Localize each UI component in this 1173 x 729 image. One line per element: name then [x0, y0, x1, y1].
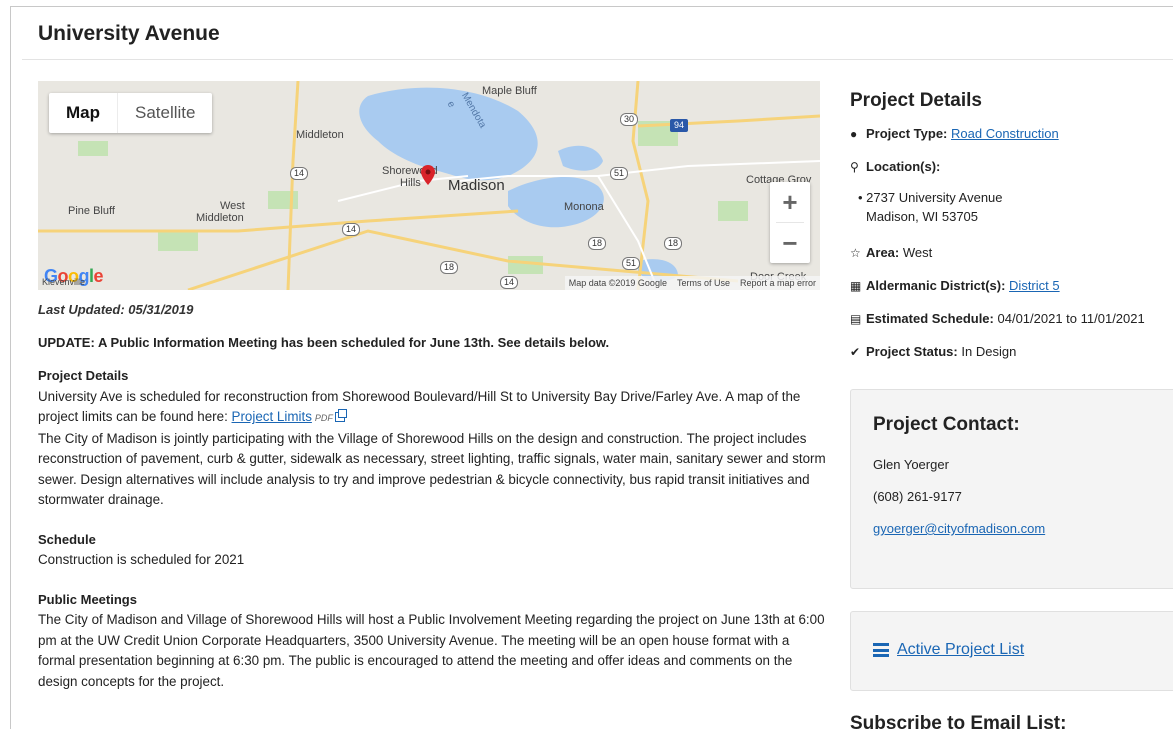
details-paragraph-2: The City of Madison is jointly participa… [38, 430, 826, 508]
address-line-2: Madison, WI 53705 [866, 209, 979, 224]
calendar-icon: ▤ [850, 312, 862, 326]
sidebar-heading: Project Details [850, 90, 982, 111]
map-label-hills: Hills [400, 177, 421, 189]
project-type-link[interactable]: Road Construction [951, 126, 1059, 141]
terms-of-use-link[interactable]: Terms of Use [677, 278, 730, 288]
route-shield-14a: 14 [290, 167, 309, 180]
map-label-west: West [220, 200, 245, 212]
route-shield-18a: 18 [588, 237, 607, 250]
schedule-value: 04/01/2021 to 11/01/2021 [997, 311, 1145, 326]
district-key: Aldermanic District(s): [866, 278, 1006, 293]
meetings-text: The City of Madison and Village of Shore… [38, 612, 825, 689]
route-shield-30: 30 [620, 113, 639, 126]
details-heading: Project Details [38, 368, 129, 383]
active-project-list-link[interactable]: Active Project List [873, 641, 1157, 659]
info-circle-icon: ● [850, 127, 858, 141]
schedule-key: Estimated Schedule: [866, 311, 994, 326]
contact-phone: (608) 261-9177 [873, 489, 962, 504]
status-value: In Design [961, 344, 1017, 359]
project-details-sidebar: Project Details ● Project Type: Road Cons… [850, 90, 1173, 375]
status-key: Project Status: [866, 344, 958, 359]
map-label-klevenville: Klevenville [42, 277, 86, 287]
location-address: • 2737 University Avenue Madison, WI 537… [858, 188, 1173, 226]
report-map-error-link[interactable]: Report a map error [740, 278, 816, 288]
bullet: • [858, 190, 867, 205]
map-marker-icon: ⚲ [850, 160, 859, 174]
meetings-heading: Public Meetings [38, 591, 137, 607]
area-key: Area: [866, 245, 900, 260]
list-icon [873, 643, 889, 657]
project-contact-card: Project Contact: Glen Yoerger (608) 261-… [850, 389, 1173, 589]
contact-name: Glen Yoerger [873, 457, 949, 472]
district-row: ▦ Aldermanic District(s): District 5 [850, 276, 1173, 296]
route-shield-18b: 18 [664, 237, 683, 250]
active-project-list-label: Active Project List [897, 641, 1025, 658]
project-type-row: ● Project Type: Road Construction [850, 124, 1173, 144]
schedule-text: Construction is scheduled for 2021 [38, 552, 245, 567]
address-line-1: 2737 University Avenue [866, 190, 1003, 205]
location-pin-icon[interactable] [421, 165, 435, 185]
project-description: Last Updated: 05/31/2019 UPDATE: A Publi… [38, 298, 828, 692]
map-label-pine-bluff: Pine Bluff [68, 205, 115, 217]
schedule-row: ▤ Estimated Schedule: 04/01/2021 to 11/01… [850, 309, 1173, 329]
project-limits-link[interactable]: Project Limits [232, 409, 312, 424]
map-label-maple-bluff: Maple Bluff [482, 85, 537, 97]
route-shield-18c: 18 [440, 261, 459, 274]
status-row: ✔ Project Status: In Design [850, 342, 1173, 362]
zoom-in-button[interactable]: + [770, 182, 810, 222]
grid-icon: ▦ [850, 279, 862, 293]
pdf-tag: PDF [314, 413, 333, 423]
details-paragraph-1: University Ave is scheduled for reconstr… [38, 387, 828, 429]
check-circle-icon: ✔ [850, 345, 861, 359]
subscribe-heading: Subscribe to Email List: [850, 713, 1067, 729]
route-shield-14b: 14 [342, 223, 361, 236]
map-label-monona: Monona [564, 201, 604, 213]
location-row: ⚲ Location(s): [850, 157, 1173, 177]
star-icon: ☆ [850, 246, 861, 260]
route-shield-51b: 51 [622, 257, 641, 270]
zoom-out-button[interactable]: − [770, 223, 810, 263]
route-shield-51a: 51 [610, 167, 629, 180]
location-key: Location(s): [866, 159, 941, 174]
title-divider [22, 59, 1173, 60]
last-updated: Last Updated: 05/31/2019 [38, 302, 194, 317]
map-type-control: Map Satellite [49, 93, 213, 133]
map-label-madison: Madison [448, 177, 505, 194]
map-type-satellite-button[interactable]: Satellite [117, 93, 212, 133]
details-text: University Ave is scheduled for reconstr… [38, 388, 801, 425]
route-shield-14c: 14 [500, 276, 519, 289]
area-value: West [902, 245, 933, 260]
project-type-key: Project Type: [866, 126, 948, 141]
update-banner: UPDATE: A Public Information Meeting has… [38, 334, 610, 350]
district-link[interactable]: District 5 [1009, 278, 1060, 293]
contact-email-link[interactable]: gyoerger@cityofmadison.com [873, 521, 1045, 536]
map-attribution: Map data ©2019 Google Terms of Use Repor… [564, 276, 820, 290]
schedule-heading: Schedule [38, 531, 96, 547]
page-title: University Avenue [38, 22, 220, 45]
area-row: ☆ Area: West [850, 243, 1173, 263]
map-data-credit: Map data ©2019 Google [568, 278, 667, 288]
map-label-middleton: Middleton [296, 129, 344, 141]
active-project-list-card: Active Project List [850, 611, 1173, 691]
project-map[interactable]: Maple Bluff Middleton Shorewood Hills Ma… [38, 81, 820, 290]
zoom-control: + − [770, 182, 810, 263]
route-shield-94: 94 [670, 119, 689, 132]
external-link-icon [334, 409, 347, 422]
map-type-map-button[interactable]: Map [49, 93, 117, 133]
map-label-west-middleton: Middleton [196, 212, 244, 224]
contact-heading: Project Contact: [873, 414, 1020, 435]
